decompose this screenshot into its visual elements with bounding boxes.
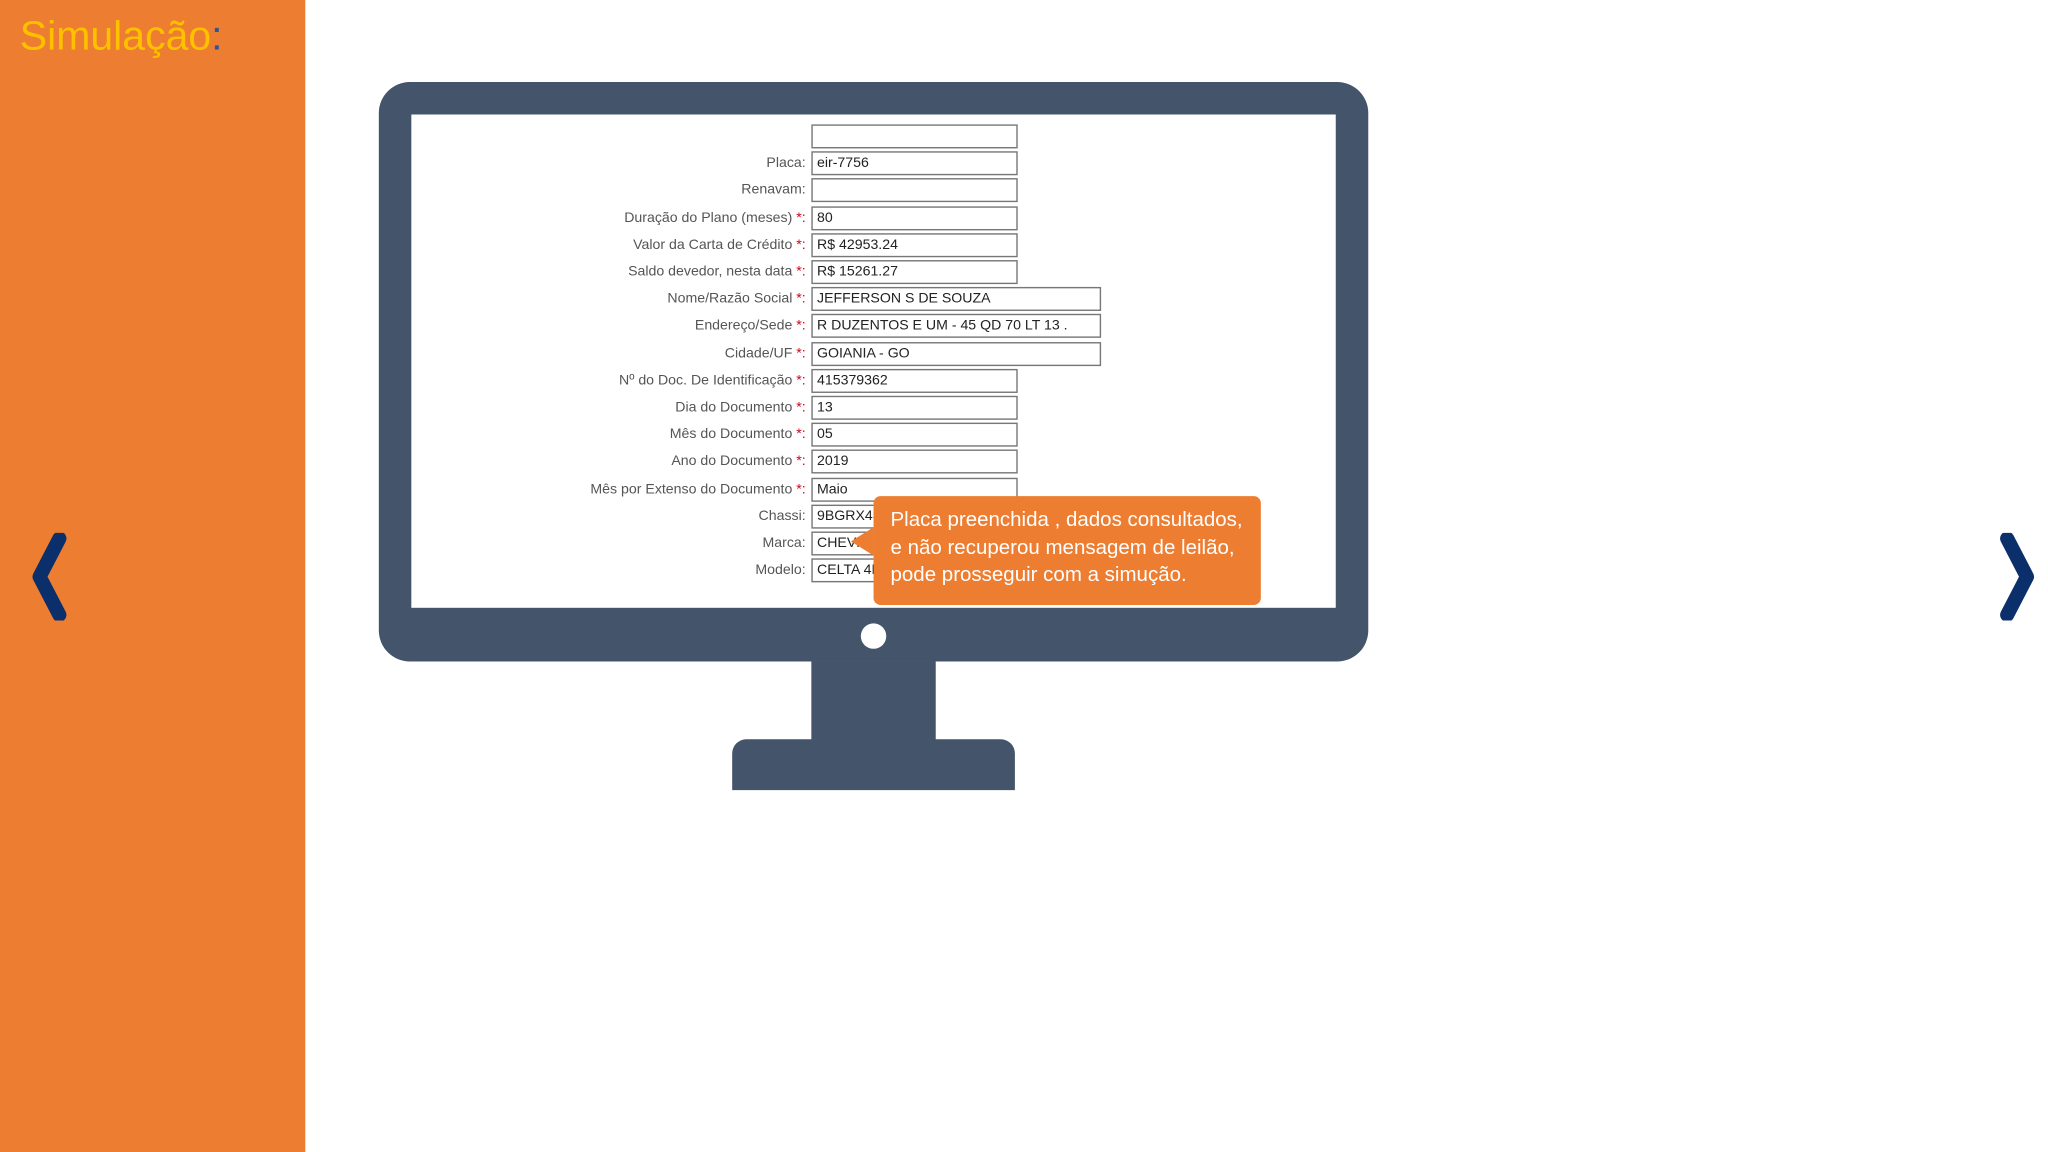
field-label-text: Modelo:	[755, 563, 805, 579]
text-input[interactable]	[811, 125, 1017, 149]
form-row: Placa: eir-7756	[411, 150, 1335, 177]
callout-line: e não recuperou mensagem de leilão,	[891, 535, 1244, 563]
form-row: Duração do Plano (meses) *:80	[411, 204, 1335, 231]
prev-slide-button[interactable]	[28, 532, 68, 620]
form-row: Mês do Documento *:05	[411, 421, 1335, 448]
required-marker: *:	[796, 373, 805, 389]
field-label: Mês do Documento *:	[411, 427, 811, 443]
text-input[interactable]: eir-7756	[811, 152, 1017, 176]
required-marker: *:	[796, 319, 805, 335]
form-row: Dia do Documento *:13	[411, 394, 1335, 421]
form-row	[411, 123, 1335, 150]
field-label-text: Mês por Extenso do Documento	[590, 481, 796, 497]
field-label-text: Endereço/Sede	[695, 319, 796, 335]
monitor-base	[732, 739, 1015, 790]
required-marker: *:	[796, 346, 805, 362]
text-input[interactable]: 05	[811, 423, 1017, 447]
callout-line: pode prosseguir com a simução.	[891, 563, 1244, 591]
field-label: Mês por Extenso do Documento *:	[411, 481, 811, 497]
slide-title: Simulação:	[20, 14, 223, 61]
field-label-text: Placa:	[766, 156, 805, 172]
field-label: Nº do Doc. De Identificação *:	[411, 373, 811, 389]
text-input[interactable]: R$ 15261.27	[811, 260, 1017, 284]
slide-title-colon: :	[211, 14, 222, 59]
required-marker: *:	[796, 427, 805, 443]
next-slide-button[interactable]	[1999, 532, 2039, 620]
callout-line: Placa preenchida , dados consultados,	[891, 507, 1244, 535]
field-label: Ano do Documento *:	[411, 454, 811, 470]
field-label: Chassi:	[411, 508, 811, 524]
required-marker: *:	[796, 291, 805, 307]
field-label: Cidade/UF *:	[411, 346, 811, 362]
monitor-illustration: Placa: eir-7756 Renavam: Duração do Plano (…	[379, 82, 1368, 817]
form-row: Saldo devedor, nesta data *:R$ 15261.27	[411, 259, 1335, 286]
field-label: Marca:	[411, 536, 811, 552]
text-input[interactable]: 13	[811, 396, 1017, 420]
field-label-text: Saldo devedor, nesta data	[628, 264, 796, 280]
form-row: Cidade/UF *:GOIANIA - GO	[411, 340, 1335, 367]
text-input[interactable]: 415379362	[811, 369, 1017, 393]
text-input[interactable]: JEFFERSON S DE SOUZA	[811, 287, 1101, 311]
text-input[interactable]: GOIANIA - GO	[811, 341, 1101, 365]
text-input[interactable]	[811, 179, 1017, 203]
text-input[interactable]: 2019	[811, 450, 1017, 474]
field-label-text: Renavam:	[741, 183, 805, 199]
field-label-text: Nome/Razão Social	[667, 291, 796, 307]
required-marker: *:	[796, 237, 805, 253]
required-marker: *:	[796, 481, 805, 497]
field-label: Nome/Razão Social *:	[411, 291, 811, 307]
required-marker: *:	[796, 210, 805, 226]
field-label-text: Marca:	[762, 536, 805, 552]
chevron-right-icon	[1999, 532, 2039, 620]
field-label: Placa:	[411, 156, 811, 172]
text-input[interactable]: R DUZENTOS E UM - 45 QD 70 LT 13 .	[811, 314, 1101, 338]
slide-title-text: Simulação	[20, 14, 211, 59]
form-row: Valor da Carta de Crédito *:R$ 42953.24	[411, 231, 1335, 258]
field-label-text: Ano do Documento	[671, 454, 796, 470]
chevron-left-icon	[28, 532, 68, 620]
field-label: Duração do Plano (meses) *:	[411, 210, 811, 226]
form-row: Endereço/Sede *:R DUZENTOS E UM - 45 QD …	[411, 313, 1335, 340]
form-row: Renavam:	[411, 177, 1335, 204]
field-label-text: Dia do Documento	[675, 400, 796, 416]
field-label: Renavam:	[411, 183, 811, 199]
field-label: Saldo devedor, nesta data *:	[411, 264, 811, 280]
form-row: Ano do Documento *:2019	[411, 448, 1335, 475]
monitor-neck	[811, 662, 935, 747]
monitor-power-icon	[861, 623, 886, 648]
field-label: Endereço/Sede *:	[411, 319, 811, 335]
form-row: Nº do Doc. De Identificação *:415379362	[411, 367, 1335, 394]
text-input[interactable]: R$ 42953.24	[811, 233, 1017, 257]
field-label-text: Mês do Documento	[670, 427, 797, 443]
field-label-text: Valor da Carta de Crédito	[633, 237, 796, 253]
field-label-text: Cidade/UF	[725, 346, 796, 362]
field-label: Valor da Carta de Crédito *:	[411, 237, 811, 253]
required-marker: *:	[796, 400, 805, 416]
field-label: Modelo:	[411, 563, 811, 579]
field-label: Dia do Documento *:	[411, 400, 811, 416]
info-callout: Placa preenchida , dados consultados, e …	[874, 496, 1261, 604]
required-marker: *:	[796, 264, 805, 280]
text-input[interactable]: 80	[811, 206, 1017, 230]
form-row: Nome/Razão Social *:JEFFERSON S DE SOUZA	[411, 286, 1335, 313]
field-label-text: Nº do Doc. De Identificação	[619, 373, 796, 389]
field-label-text: Duração do Plano (meses)	[624, 210, 796, 226]
required-marker: *:	[796, 454, 805, 470]
field-label-text: Chassi:	[759, 508, 806, 524]
